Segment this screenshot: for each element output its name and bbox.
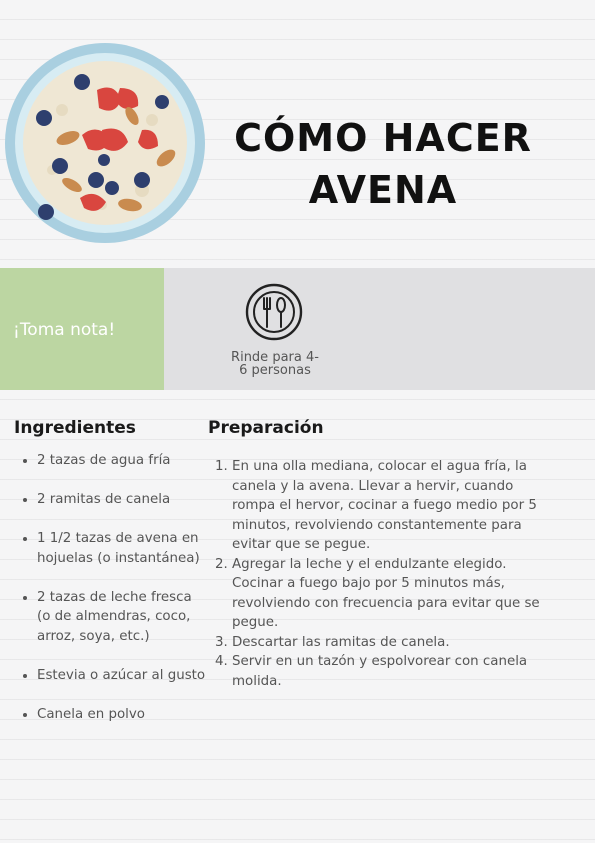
step-item: En una olla mediana, colocar el agua frí… — [232, 457, 552, 555]
ingredient-item: Canela en polvo — [37, 705, 207, 725]
preparation-heading: Preparación — [208, 418, 324, 438]
ingredient-item: 1 1/2 tazas de avena en hojuelas (o inst… — [37, 529, 207, 568]
servings-text: Rinde para 4- 6 personas — [218, 351, 332, 377]
ingredients-heading: Ingredientes — [14, 418, 136, 438]
step-item: Agregar la leche y el endulzante elegido… — [232, 555, 552, 633]
ingredients-list: 2 tazas de agua fría 2 ramitas de canela… — [16, 451, 207, 744]
title-line-2: AVENA — [308, 168, 458, 212]
preparation-steps: En una olla mediana, colocar el agua frí… — [215, 457, 552, 691]
step-item: Servir en un tazón y espolvorear con can… — [232, 652, 552, 691]
note-label: ¡Toma nota! — [13, 320, 116, 340]
page-title: CÓMO HACER AVENA — [208, 112, 558, 216]
ingredient-item: Estevia o azúcar al gusto — [37, 666, 207, 686]
ingredient-item: 2 tazas de leche fresca (o de almendras,… — [37, 588, 207, 647]
fork-knife-plate-icon — [245, 283, 303, 341]
servings-line-2: 6 personas — [239, 363, 311, 378]
title-line-1: CÓMO HACER — [234, 116, 532, 160]
step-item: Descartar las ramitas de canela. — [232, 633, 552, 653]
oatmeal-bowl-image — [5, 43, 205, 243]
ingredient-item: 2 tazas de agua fría — [37, 451, 207, 471]
ingredient-item: 2 ramitas de canela — [37, 490, 207, 510]
